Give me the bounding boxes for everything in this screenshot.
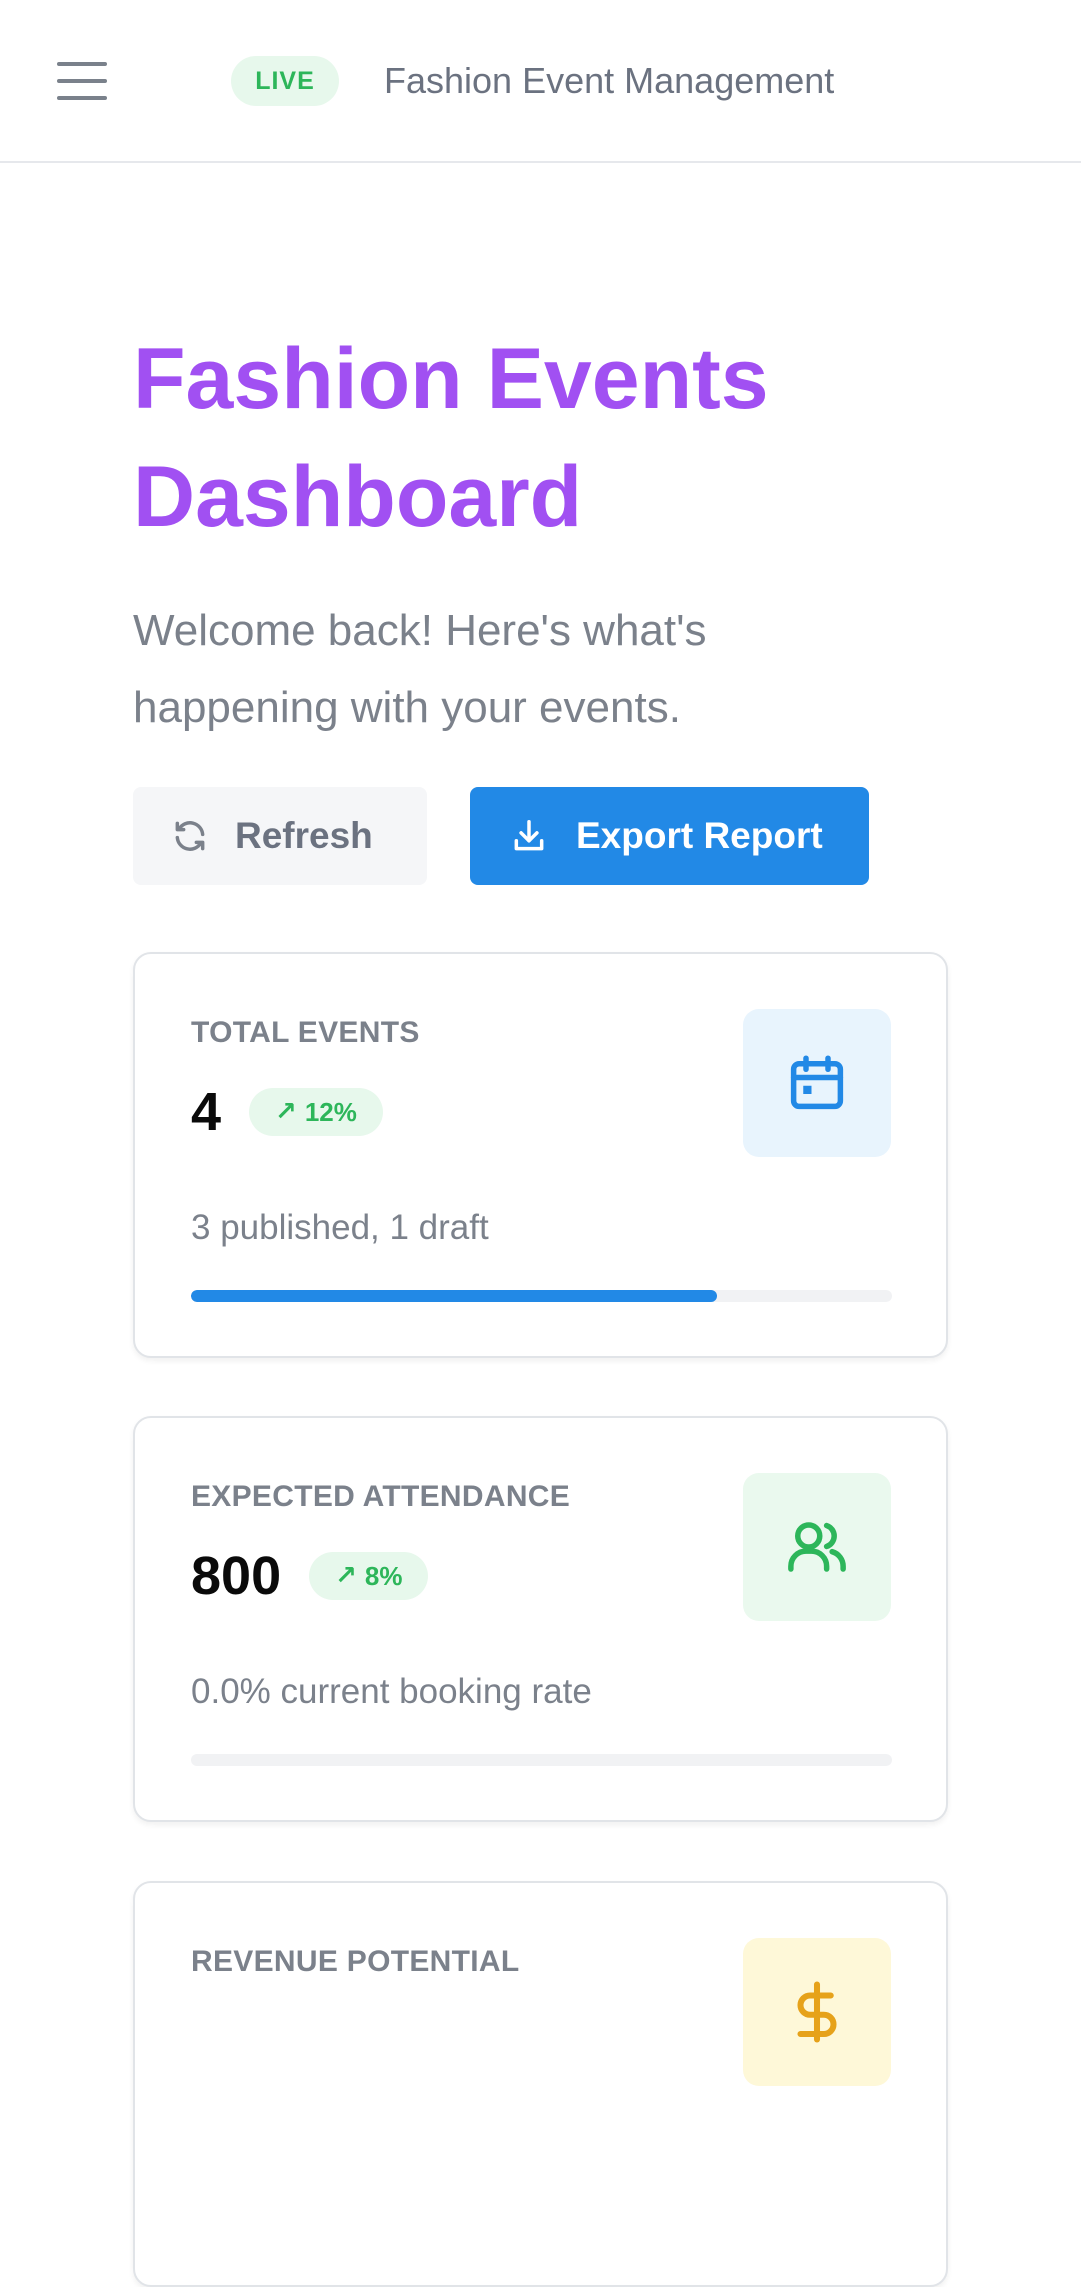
stat-card-label: REVENUE POTENTIAL: [191, 1945, 520, 1978]
live-status-badge: LIVE: [231, 56, 339, 106]
progress-bar: [191, 1754, 892, 1766]
trend-badge: ↗ 12%: [249, 1088, 383, 1136]
page-title: Fashion Events Dashboard: [133, 331, 769, 545]
hamburger-line: [57, 96, 107, 100]
stat-card-value: 4: [191, 1082, 222, 1142]
calendar-icon-box: [743, 1009, 891, 1157]
trend-badge-value: 8%: [364, 1560, 403, 1591]
trend-badge: ↗ 8%: [309, 1552, 429, 1600]
stat-card-value: 800: [191, 1546, 282, 1606]
stat-card-description: 0.0% current booking rate: [191, 1672, 592, 1711]
hamburger-menu-icon[interactable]: [57, 60, 107, 102]
users-icon: [788, 1522, 846, 1572]
refresh-icon: [171, 817, 209, 855]
stat-card-value-row: 800 ↗ 8%: [191, 1546, 429, 1606]
export-report-button-label: Export Report: [576, 815, 823, 856]
dollar-icon-box: [743, 1938, 891, 2086]
export-report-button[interactable]: Export Report: [470, 787, 869, 885]
stat-card-label: TOTAL EVENTS: [191, 1016, 420, 1049]
trend-up-icon: ↗: [275, 1097, 297, 1127]
progress-bar-fill: [191, 1290, 717, 1302]
hamburger-line: [57, 79, 107, 83]
trend-up-icon: ↗: [335, 1561, 357, 1591]
stat-card-value-row: 4 ↗ 12%: [191, 1082, 383, 1142]
users-icon-box: [743, 1473, 891, 1621]
refresh-button-label: Refresh: [235, 815, 373, 856]
app-title: Fashion Event Management: [384, 60, 835, 101]
download-icon: [510, 817, 548, 855]
top-app-bar: LIVE Fashion Event Management: [0, 0, 1081, 163]
refresh-button[interactable]: Refresh: [133, 787, 427, 885]
calendar-icon: [790, 1055, 844, 1110]
dollar-icon: [797, 1981, 837, 2043]
trend-badge-value: 12%: [304, 1096, 357, 1127]
hamburger-line: [57, 62, 107, 66]
stat-card-revenue-potential: REVENUE POTENTIAL: [133, 1881, 948, 2287]
progress-bar: [191, 1290, 892, 1302]
stat-card-label: EXPECTED ATTENDANCE: [191, 1480, 571, 1513]
page-subtitle: Welcome back! Here's what's happening wi…: [133, 606, 707, 732]
stat-card-total-events: TOTAL EVENTS 4 ↗ 12% 3 published, 1 draf…: [133, 952, 948, 1358]
stat-card-description: 3 published, 1 draft: [191, 1208, 489, 1247]
stat-card-expected-attendance: EXPECTED ATTENDANCE 800 ↗ 8% 0.0% curren…: [133, 1416, 948, 1822]
